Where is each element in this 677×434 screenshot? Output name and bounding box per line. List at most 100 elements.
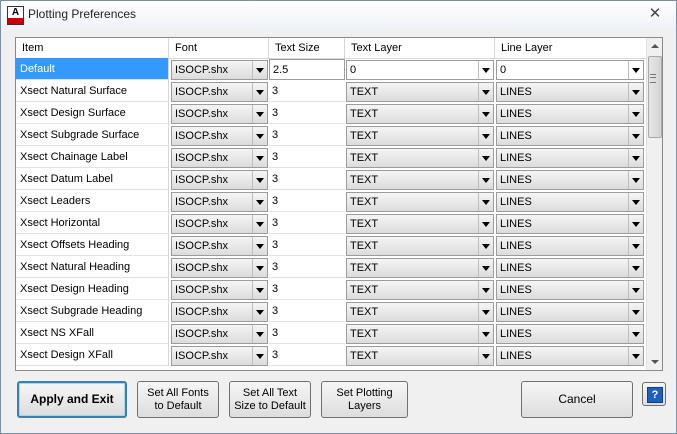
chevron-down-icon[interactable] (478, 193, 493, 211)
font-dropdown[interactable]: ISOCP.shx (171, 258, 268, 278)
chevron-down-icon[interactable] (252, 347, 267, 365)
text-layer-dropdown[interactable]: TEXT (346, 258, 494, 278)
line-layer-dropdown[interactable]: LINES (496, 104, 644, 124)
item-cell[interactable]: Xsect NS XFall (16, 322, 169, 344)
chevron-down-icon[interactable] (478, 281, 493, 299)
chevron-down-icon[interactable] (628, 193, 643, 211)
table-row[interactable]: Xsect Design XFall ISOCP.shx 3 TEXT LINES (16, 344, 646, 366)
line-layer-dropdown[interactable]: LINES (496, 236, 644, 256)
line-layer-dropdown[interactable]: LINES (496, 258, 644, 278)
text-size-field[interactable]: 3 (269, 81, 345, 102)
line-layer-dropdown[interactable]: LINES (496, 346, 644, 366)
line-layer-dropdown[interactable]: LINES (496, 324, 644, 344)
text-layer-dropdown[interactable]: TEXT (346, 236, 494, 256)
table-row[interactable]: Xsect Offsets Heading ISOCP.shx 3 TEXT LINES (16, 234, 646, 256)
column-header-text-size[interactable]: Text Size (269, 38, 345, 58)
chevron-down-icon[interactable] (628, 127, 643, 145)
text-layer-dropdown[interactable]: TEXT (346, 192, 494, 212)
item-cell[interactable]: Xsect Design Surface (16, 102, 169, 124)
chevron-down-icon[interactable] (628, 83, 643, 101)
chevron-down-icon[interactable] (252, 149, 267, 167)
text-layer-dropdown[interactable]: TEXT (346, 82, 494, 102)
line-layer-dropdown[interactable]: 0 (496, 60, 644, 80)
item-cell[interactable]: Xsect Leaders (16, 190, 169, 212)
font-dropdown[interactable]: ISOCP.shx (171, 82, 268, 102)
item-cell[interactable]: Default (16, 58, 169, 80)
table-row[interactable]: Xsect Natural Surface ISOCP.shx 3 TEXT LINES (16, 80, 646, 102)
item-cell[interactable]: Xsect Horizontal (16, 212, 169, 234)
text-size-field[interactable]: 3 (269, 191, 345, 212)
font-dropdown[interactable]: ISOCP.shx (171, 280, 268, 300)
chevron-down-icon[interactable] (252, 193, 267, 211)
font-dropdown[interactable]: ISOCP.shx (171, 324, 268, 344)
text-layer-dropdown[interactable]: TEXT (346, 170, 494, 190)
item-cell[interactable]: Xsect Natural Heading (16, 256, 169, 278)
item-cell[interactable]: Xsect Design XFall (16, 344, 169, 366)
set-all-fonts-default-button[interactable]: Set All Fonts to Default (137, 381, 219, 418)
text-size-field[interactable]: 3 (269, 103, 345, 124)
chevron-down-icon[interactable] (628, 325, 643, 343)
chevron-down-icon[interactable] (252, 127, 267, 145)
text-layer-dropdown[interactable]: TEXT (346, 302, 494, 322)
table-row[interactable]: Xsect Leaders ISOCP.shx 3 TEXT LINES (16, 190, 646, 212)
column-header-text-layer[interactable]: Text Layer (345, 38, 495, 58)
column-header-line-layer[interactable]: Line Layer (495, 38, 646, 58)
chevron-down-icon[interactable] (252, 105, 267, 123)
font-dropdown[interactable]: ISOCP.shx (171, 236, 268, 256)
help-button[interactable]: ? (642, 382, 666, 406)
item-cell[interactable]: Xsect Datum Label (16, 168, 169, 190)
scroll-up-arrow-icon[interactable] (647, 38, 662, 54)
item-cell[interactable]: Xsect Chainage Label (16, 146, 169, 168)
table-row[interactable]: Xsect Subgrade Heading ISOCP.shx 3 TEXT LINE… (16, 300, 646, 322)
chevron-down-icon[interactable] (478, 127, 493, 145)
chevron-down-icon[interactable] (628, 259, 643, 277)
item-cell[interactable]: Xsect Design Heading (16, 278, 169, 300)
font-dropdown[interactable]: ISOCP.shx (171, 126, 268, 146)
text-layer-dropdown[interactable]: TEXT (346, 148, 494, 168)
line-layer-dropdown[interactable]: LINES (496, 126, 644, 146)
chevron-down-icon[interactable] (478, 259, 493, 277)
text-size-field[interactable]: 3 (269, 235, 345, 256)
text-layer-dropdown[interactable]: TEXT (346, 214, 494, 234)
table-row[interactable]: Default ISOCP.shx 2.5 0 0 (16, 58, 646, 80)
chevron-down-icon[interactable] (628, 149, 643, 167)
line-layer-dropdown[interactable]: LINES (496, 214, 644, 234)
table-row[interactable]: Xsect Horizontal ISOCP.shx 3 TEXT LINES (16, 212, 646, 234)
text-size-field[interactable]: 3 (269, 257, 345, 278)
column-header-font[interactable]: Font (169, 38, 269, 58)
item-cell[interactable]: Xsect Natural Surface (16, 80, 169, 102)
chevron-down-icon[interactable] (478, 105, 493, 123)
chevron-down-icon[interactable] (628, 281, 643, 299)
chevron-down-icon[interactable] (478, 171, 493, 189)
chevron-down-icon[interactable] (628, 347, 643, 365)
chevron-down-icon[interactable] (628, 61, 643, 79)
chevron-down-icon[interactable] (252, 61, 267, 79)
text-layer-dropdown[interactable]: TEXT (346, 280, 494, 300)
chevron-down-icon[interactable] (252, 259, 267, 277)
text-layer-dropdown[interactable]: TEXT (346, 324, 494, 344)
text-size-field[interactable]: 3 (269, 169, 345, 190)
text-layer-dropdown[interactable]: TEXT (346, 346, 494, 366)
chevron-down-icon[interactable] (478, 83, 493, 101)
chevron-down-icon[interactable] (478, 303, 493, 321)
line-layer-dropdown[interactable]: LINES (496, 82, 644, 102)
chevron-down-icon[interactable] (478, 149, 493, 167)
chevron-down-icon[interactable] (628, 237, 643, 255)
font-dropdown[interactable]: ISOCP.shx (171, 214, 268, 234)
text-size-field[interactable]: 3 (269, 323, 345, 344)
chevron-down-icon[interactable] (478, 325, 493, 343)
font-dropdown[interactable]: ISOCP.shx (171, 148, 268, 168)
font-dropdown[interactable]: ISOCP.shx (171, 302, 268, 322)
chevron-down-icon[interactable] (478, 347, 493, 365)
chevron-down-icon[interactable] (252, 281, 267, 299)
line-layer-dropdown[interactable]: LINES (496, 280, 644, 300)
column-header-item[interactable]: Item (16, 38, 169, 58)
font-dropdown[interactable]: ISOCP.shx (171, 346, 268, 366)
text-size-field[interactable]: 3 (269, 213, 345, 234)
cancel-button[interactable]: Cancel (521, 381, 633, 418)
line-layer-dropdown[interactable]: LINES (496, 192, 644, 212)
chevron-down-icon[interactable] (252, 303, 267, 321)
text-size-field[interactable]: 2.5 (269, 59, 345, 80)
line-layer-dropdown[interactable]: LINES (496, 170, 644, 190)
text-size-field[interactable]: 3 (269, 301, 345, 322)
